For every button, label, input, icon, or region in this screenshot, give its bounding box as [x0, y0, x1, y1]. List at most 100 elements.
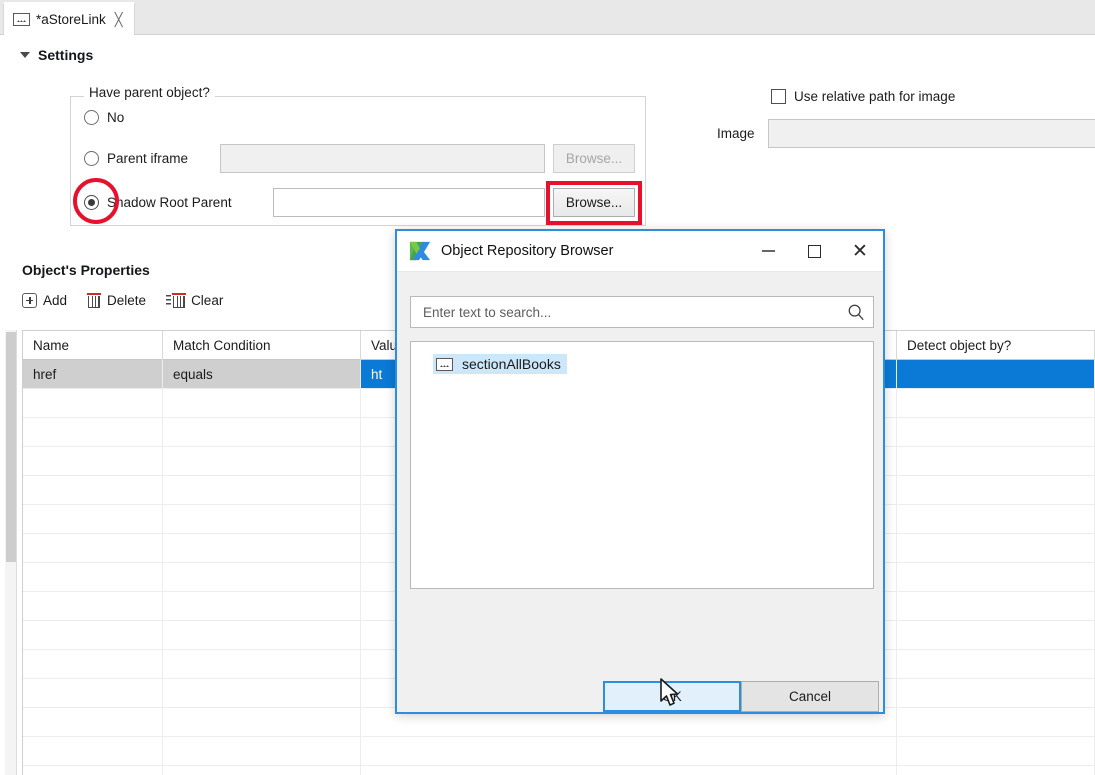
- chevron-down-icon[interactable]: [20, 52, 30, 58]
- editor-tab-strip: *aStoreLink ╳: [0, 0, 1095, 35]
- cell-detect-object-by[interactable]: [897, 766, 1095, 775]
- cell-detect-object-by[interactable]: [897, 650, 1095, 678]
- delete-property-button[interactable]: Delete: [87, 292, 146, 308]
- cell-name[interactable]: [23, 679, 163, 707]
- cell-detect-object-by[interactable]: [897, 505, 1095, 533]
- scrollbar-thumb[interactable]: [6, 332, 16, 562]
- ok-button[interactable]: OK: [603, 681, 741, 712]
- cell-name[interactable]: [23, 708, 163, 736]
- table-row[interactable]: [23, 766, 1095, 775]
- cell-name[interactable]: href: [23, 360, 163, 388]
- image-path-input[interactable]: [768, 119, 1095, 148]
- cell-match-condition[interactable]: [163, 389, 361, 417]
- katalon-logo-icon: [409, 241, 431, 261]
- radio-parent-iframe-label: Parent iframe: [107, 151, 189, 166]
- cell-detect-object-by[interactable]: [897, 360, 1095, 388]
- cell-match-condition[interactable]: [163, 447, 361, 475]
- cell-match-condition[interactable]: [163, 621, 361, 649]
- cell-value[interactable]: [361, 737, 897, 765]
- properties-table-scrollbar[interactable]: [5, 330, 17, 775]
- use-relative-path-checkbox[interactable]: [771, 89, 786, 104]
- application-window: *aStoreLink ╳ Settings Have parent objec…: [0, 0, 1095, 775]
- cell-match-condition[interactable]: [163, 766, 361, 775]
- cell-detect-object-by[interactable]: [897, 447, 1095, 475]
- object-icon: [13, 13, 30, 26]
- cell-name[interactable]: [23, 650, 163, 678]
- objects-properties-title: Object's Properties: [22, 262, 150, 278]
- use-relative-path-row[interactable]: Use relative path for image: [771, 89, 955, 104]
- cell-detect-object-by[interactable]: [897, 418, 1095, 446]
- cell-match-condition[interactable]: [163, 418, 361, 446]
- tree-item-label: sectionAllBooks: [462, 356, 561, 372]
- maximize-icon[interactable]: [791, 231, 837, 272]
- radio-row-shadow-root-parent[interactable]: Shadow Root Parent: [84, 195, 232, 210]
- cancel-button[interactable]: Cancel: [741, 681, 879, 712]
- cell-detect-object-by[interactable]: [897, 563, 1095, 591]
- cell-match-condition[interactable]: [163, 592, 361, 620]
- cell-name[interactable]: [23, 563, 163, 591]
- cell-name[interactable]: [23, 476, 163, 504]
- list-item[interactable]: sectionAllBooks: [433, 354, 567, 374]
- table-row[interactable]: [23, 737, 1095, 766]
- cell-detect-object-by[interactable]: [897, 534, 1095, 562]
- cell-detect-object-by[interactable]: [897, 737, 1095, 765]
- cell-value[interactable]: [361, 766, 897, 775]
- object-icon: [436, 357, 453, 371]
- cell-match-condition[interactable]: [163, 563, 361, 591]
- cell-detect-object-by[interactable]: [897, 389, 1095, 417]
- search-input[interactable]: [421, 303, 847, 321]
- browse-shadow-root-button[interactable]: Browse...: [553, 188, 635, 217]
- have-parent-object-legend: Have parent object?: [84, 85, 215, 100]
- dialog-title-bar[interactable]: Object Repository Browser ✕: [397, 231, 883, 272]
- dialog-body: sectionAllBooks OK Cancel: [397, 272, 883, 714]
- cell-name[interactable]: [23, 737, 163, 765]
- editor-tab-astorelink[interactable]: *aStoreLink ╳: [3, 2, 135, 35]
- radio-row-parent-iframe[interactable]: Parent iframe: [84, 151, 188, 166]
- cell-name[interactable]: [23, 389, 163, 417]
- search-icon[interactable]: [847, 303, 865, 321]
- cell-name[interactable]: [23, 766, 163, 775]
- clear-properties-label: Clear: [191, 292, 224, 308]
- cell-match-condition[interactable]: [163, 679, 361, 707]
- cell-detect-object-by[interactable]: [897, 592, 1095, 620]
- cell-detect-object-by[interactable]: [897, 621, 1095, 649]
- cell-match-condition[interactable]: [163, 708, 361, 736]
- close-tab-icon[interactable]: ╳: [115, 12, 123, 28]
- close-icon[interactable]: ✕: [837, 231, 883, 272]
- shadow-root-parent-input[interactable]: [273, 188, 545, 217]
- cell-match-condition[interactable]: [163, 650, 361, 678]
- cell-name[interactable]: [23, 447, 163, 475]
- cell-name[interactable]: [23, 621, 163, 649]
- radio-shadow-root-parent[interactable]: [84, 195, 99, 210]
- column-header-detect-object-by[interactable]: Detect object by?: [897, 331, 1095, 360]
- add-property-button[interactable]: Add: [22, 292, 67, 308]
- radio-parent-iframe[interactable]: [84, 151, 99, 166]
- cell-name[interactable]: [23, 418, 163, 446]
- parent-iframe-input[interactable]: [220, 144, 545, 173]
- object-repository-tree[interactable]: sectionAllBooks: [410, 341, 874, 589]
- radio-no-label: No: [107, 110, 125, 125]
- trash-icon: [87, 292, 102, 308]
- cell-detect-object-by[interactable]: [897, 476, 1095, 504]
- image-field-label: Image: [717, 126, 755, 141]
- cell-match-condition[interactable]: equals: [163, 360, 361, 388]
- radio-row-no[interactable]: No: [84, 110, 124, 125]
- cell-name[interactable]: [23, 534, 163, 562]
- column-header-name[interactable]: Name: [23, 331, 163, 360]
- minimize-icon[interactable]: [745, 231, 791, 272]
- cell-detect-object-by[interactable]: [897, 708, 1095, 736]
- clear-properties-button[interactable]: Clear: [166, 292, 223, 308]
- column-header-match-condition[interactable]: Match Condition: [163, 331, 361, 360]
- cell-match-condition[interactable]: [163, 737, 361, 765]
- cell-name[interactable]: [23, 505, 163, 533]
- clear-list-icon: [166, 292, 187, 308]
- radio-no[interactable]: [84, 110, 99, 125]
- cell-match-condition[interactable]: [163, 534, 361, 562]
- settings-section-header[interactable]: Settings: [20, 47, 93, 63]
- cell-detect-object-by[interactable]: [897, 679, 1095, 707]
- cell-name[interactable]: [23, 592, 163, 620]
- browse-iframe-button: Browse...: [553, 144, 635, 173]
- search-box[interactable]: [410, 296, 874, 328]
- cell-match-condition[interactable]: [163, 476, 361, 504]
- cell-match-condition[interactable]: [163, 505, 361, 533]
